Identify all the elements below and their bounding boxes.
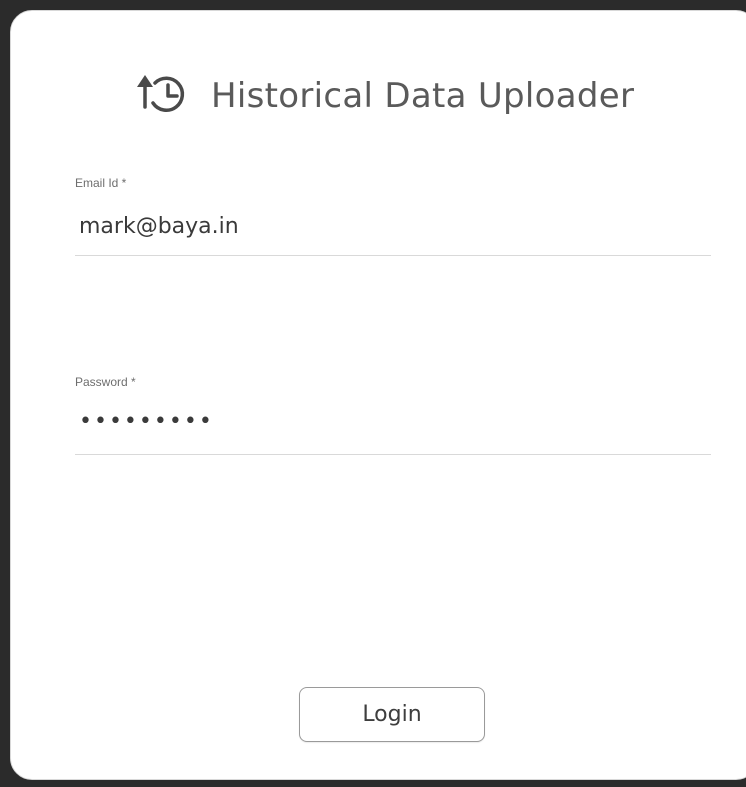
login-card: Historical Data Uploader Email Id * mark…: [10, 10, 746, 780]
email-input[interactable]: mark@baya.in: [79, 214, 239, 239]
password-label: Password *: [75, 375, 136, 389]
password-input[interactable]: •••••••••: [79, 409, 214, 434]
login-button[interactable]: Login: [299, 687, 485, 742]
page-title: Historical Data Uploader: [211, 76, 635, 116]
history-upload-icon: [131, 69, 193, 123]
password-field[interactable]: Password * •••••••••: [75, 375, 711, 455]
email-field[interactable]: Email Id * mark@baya.in: [75, 176, 711, 256]
app-header: Historical Data Uploader: [131, 66, 634, 126]
email-label: Email Id *: [75, 176, 127, 190]
